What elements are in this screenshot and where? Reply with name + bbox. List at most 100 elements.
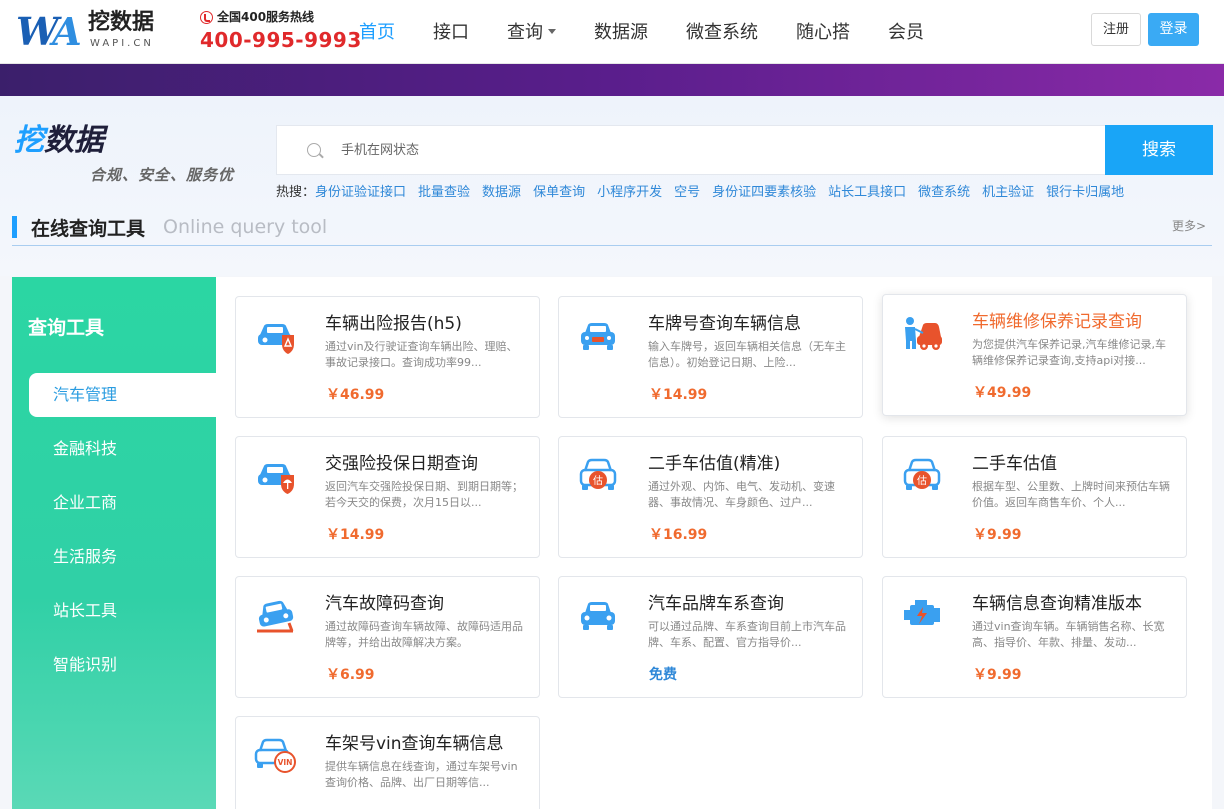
card-desc: 根据车型、公里数、上牌时间来预估车辆价值。返回车商售车价、个人...	[972, 480, 1170, 509]
nav-query[interactable]: 查询	[488, 0, 575, 64]
card-desc: 可以通过品牌、车系查询目前上市汽车品牌、车系、配置、官方指导价...	[648, 620, 846, 649]
section-title-cn: 在线查询工具	[31, 217, 146, 240]
hot-link[interactable]: 微查系统	[918, 185, 970, 200]
car-vin-icon: VIN	[254, 738, 296, 773]
sidebar-title: 查询工具	[28, 317, 105, 339]
nav-datasource[interactable]: 数据源	[575, 0, 667, 64]
hot-link[interactable]: 保单查询	[533, 185, 585, 200]
card-desc: 返回汽车交强险投保日期、到期日期等；若今天交的保费，次月15日以...	[325, 480, 523, 509]
nav-api[interactable]: 接口	[414, 0, 488, 64]
section-title-en: Online query tool	[163, 216, 328, 238]
tool-card[interactable]: 车辆出险报告(h5) 通过vin及行驶证查询车辆出险、理赔、事故记录接口。查询成…	[235, 296, 540, 418]
logo-name-cn: 挖数据	[88, 10, 155, 35]
card-title: 车架号vin查询车辆信息	[325, 734, 504, 754]
sidebar-item-webmaster[interactable]: 站长工具	[29, 589, 216, 633]
card-title: 汽车品牌车系查询	[648, 594, 784, 614]
card-title: 车辆出险报告(h5)	[325, 314, 462, 334]
section-divider	[12, 245, 1212, 246]
nav-home[interactable]: 首页	[340, 0, 414, 64]
sidebar-item-life[interactable]: 生活服务	[29, 535, 216, 579]
query-tools-panel: 查询工具 汽车管理 金融科技 企业工商 生活服务 站长工具 智能识别 车辆出险报…	[12, 277, 1212, 809]
brand-title: 挖数据	[14, 123, 104, 158]
tool-card[interactable]: 估 二手车估值 根据车型、公里数、上牌时间来预估车辆价值。返回车商售车价、个人.…	[882, 436, 1187, 558]
hot-link[interactable]: 小程序开发	[597, 185, 662, 200]
card-price: 免费	[649, 667, 677, 683]
car-fault-icon	[257, 600, 294, 633]
nav-weicha[interactable]: 微查系统	[667, 0, 777, 64]
hotline-label: 全国400服务热线	[217, 10, 315, 24]
card-desc: 提供车辆信息在线查询，通过车架号vin查询价格、品牌、出厂日期等信...	[325, 760, 518, 789]
hot-link[interactable]: 机主验证	[982, 185, 1034, 200]
search-section: 挖数据 合规、安全、服务优 搜索 热搜：身份证验证接口批量查验数据源保单查询小程…	[0, 96, 1224, 276]
car-valuation-icon: 估	[579, 458, 617, 490]
phone-icon	[200, 10, 213, 24]
card-desc: 为您提供汽车保养记录,汽车维修记录,车辆维修保养记录查询,支持api对接...	[972, 338, 1166, 367]
card-price: ￥16.99	[649, 527, 708, 543]
section-title: 在线查询工具 Online query tool	[12, 214, 327, 240]
card-price: ￥49.99	[973, 385, 1032, 401]
tool-card[interactable]: 车辆维修保养记录查询 为您提供汽车保养记录,汽车维修记录,车辆维修保养记录查询,…	[882, 294, 1187, 416]
svg-text:VIN: VIN	[278, 758, 293, 767]
logo-name-en: WAPI.CN	[90, 38, 154, 49]
hot-link[interactable]: 站长工具接口	[828, 185, 906, 200]
search-icon	[307, 143, 321, 157]
hotline: 全国400服务热线 400-995-9993	[200, 9, 362, 52]
card-title: 汽车故障码查询	[325, 594, 444, 614]
svg-text:估: 估	[917, 474, 927, 487]
search-box: 搜索	[276, 125, 1213, 175]
tool-card[interactable]: 估 二手车估值(精准) 通过外观、内饰、电气、发动机、变速器、事故情况、车身颜色…	[558, 436, 863, 558]
sidebar-item-fintech[interactable]: 金融科技	[29, 427, 216, 471]
login-button[interactable]: 登录	[1148, 13, 1199, 46]
hot-link[interactable]: 数据源	[482, 185, 521, 200]
brand-slogan: 合规、安全、服务优	[90, 166, 235, 184]
sidebar-item-car[interactable]: 汽车管理	[29, 373, 216, 417]
hot-link[interactable]: 批量查验	[418, 185, 470, 200]
card-price: ￥14.99	[326, 527, 385, 543]
hot-search-row: 热搜：身份证验证接口 批量查验 数据源 保单查询 小程序开发 空号 身份证四要素核验 站长工具…	[276, 181, 1136, 200]
nav-member[interactable]: 会员	[869, 0, 943, 64]
car-repair-icon	[905, 317, 942, 350]
site-logo[interactable]: WA 挖数据 WAPI.CN	[16, 10, 166, 54]
tool-card[interactable]: VIN 车架号vin查询车辆信息 提供车辆信息在线查询，通过车架号vin查询价格…	[235, 716, 540, 809]
hot-link[interactable]: 身份证四要素核验	[712, 185, 816, 200]
hot-link[interactable]: 身份证验证接口	[315, 185, 406, 200]
card-title: 车辆信息查询精准版本	[972, 594, 1142, 614]
register-button[interactable]: 注册	[1091, 13, 1141, 46]
main-nav: 首页 接口 查询 数据源 微查系统 随心搭 会员	[340, 0, 943, 64]
card-desc: 通过故障码查询车辆故障、故障码适用品牌等，并给出故障解决方案。	[325, 620, 523, 649]
tool-card[interactable]: 车牌号查询车辆信息 输入车牌号，返回车辆相关信息（无车主信息）。初始登记日期、上…	[558, 296, 863, 418]
car-valuation-icon: 估	[903, 458, 941, 490]
tool-card[interactable]: 汽车故障码查询 通过故障码查询车辆故障、故障码适用品牌等，并给出故障解决方案。 …	[235, 576, 540, 698]
card-title: 二手车估值(精准)	[648, 454, 781, 474]
nav-suixinda[interactable]: 随心搭	[777, 0, 869, 64]
card-price: ￥9.99	[973, 527, 1022, 543]
svg-text:估: 估	[593, 474, 603, 487]
sidebar-item-business[interactable]: 企业工商	[29, 481, 216, 525]
hot-link[interactable]: 空号	[674, 185, 700, 200]
title-accent-bar	[12, 216, 17, 238]
hotline-number: 400-995-9993	[200, 28, 362, 52]
card-desc: 通过外观、内饰、电气、发动机、变速器、事故情况、车身颜色、过户...	[648, 480, 835, 509]
chevron-down-icon	[548, 28, 556, 34]
more-link[interactable]: 更多>	[1172, 217, 1206, 234]
tool-card[interactable]: 车辆信息查询精准版本 通过vin查询车辆。车辆销售名称、长宽高、指导价、年款、排…	[882, 576, 1187, 698]
card-title: 车牌号查询车辆信息	[648, 314, 801, 334]
card-title: 车辆维修保养记录查询	[972, 312, 1142, 332]
card-desc: 输入车牌号，返回车辆相关信息（无车主信息）。初始登记日期、上险...	[648, 340, 846, 369]
search-input[interactable]	[341, 126, 1101, 174]
card-price: ￥14.99	[649, 387, 708, 403]
card-desc: 通过vin查询车辆。车辆销售名称、长宽高、指导价、年款、排量、发动...	[972, 620, 1165, 649]
purple-banner	[0, 64, 1224, 96]
engine-icon	[904, 600, 940, 625]
search-button[interactable]: 搜索	[1105, 125, 1213, 175]
sidebar-item-ai[interactable]: 智能识别	[29, 643, 216, 687]
car-brand-icon	[581, 602, 615, 630]
card-title: 二手车估值	[972, 454, 1057, 474]
card-price: ￥46.99	[326, 387, 385, 403]
tool-card[interactable]: 交强险投保日期查询 返回汽车交强险投保日期、到期日期等；若今天交的保费，次月15…	[235, 436, 540, 558]
hot-link[interactable]: 银行卡归属地	[1046, 185, 1124, 200]
card-desc: 通过vin及行驶证查询车辆出险、理赔、事故记录接口。查询成功率99...	[325, 340, 518, 369]
hot-search-label: 热搜：	[276, 185, 316, 200]
top-header: WA 挖数据 WAPI.CN 全国400服务热线 400-995-9993 首页…	[0, 0, 1224, 64]
tool-card[interactable]: 汽车品牌车系查询 可以通过品牌、车系查询目前上市汽车品牌、车系、配置、官方指导价…	[558, 576, 863, 698]
